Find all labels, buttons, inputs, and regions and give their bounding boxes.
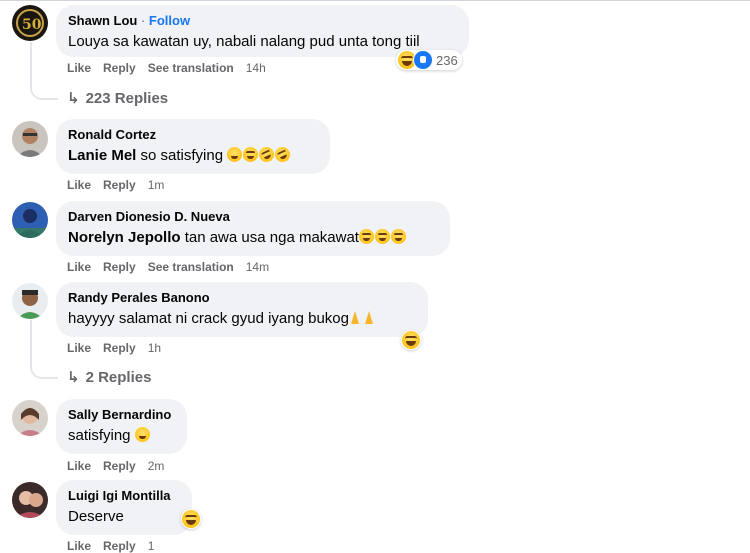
rofl-emoji-icon (272, 144, 293, 165)
author-name[interactable]: Shawn Lou (68, 13, 137, 28)
reaction-summary[interactable] (181, 509, 201, 529)
reaction-summary[interactable] (401, 330, 421, 350)
follow-link[interactable]: Follow (149, 13, 190, 28)
comment-time[interactable]: 1 (148, 539, 155, 553)
like-reaction-icon (413, 50, 433, 70)
author-name[interactable]: Randy Perales Banono (68, 290, 416, 306)
comment-actions: Like Reply 2m (67, 459, 176, 473)
reply-arrow-icon: ↳ (67, 369, 80, 386)
like-link[interactable]: Like (67, 539, 91, 553)
see-translation-link[interactable]: See translation (148, 260, 234, 274)
author-name[interactable]: Luigi Igi Montilla (68, 488, 180, 504)
reply-link[interactable]: Reply (103, 459, 136, 473)
author-name[interactable]: Ronald Cortez (68, 127, 318, 143)
comment-time[interactable]: 14m (246, 260, 269, 274)
svg-text:50: 50 (22, 17, 42, 33)
comment-text: so satisfying (136, 147, 228, 164)
comment-actions: Like Reply See translation 14m (67, 260, 281, 274)
reply-link[interactable]: Reply (103, 539, 136, 553)
smile-emoji-icon (227, 147, 243, 162)
comment-bubble: Luigi Igi Montilla Deserve (56, 480, 192, 535)
comment-bubble: Ronald Cortez Lanie Mel so satisfying (56, 119, 330, 174)
reply-arrow-icon: ↳ (67, 90, 80, 107)
comment-time[interactable]: 1h (148, 341, 161, 355)
reaction-summary[interactable]: 236 (396, 50, 462, 70)
joy-emoji-icon (390, 229, 406, 244)
comment-bubble: Sally Bernardino satisfying (56, 399, 187, 454)
avatar[interactable]: 50 (12, 5, 48, 41)
reply-link[interactable]: Reply (103, 61, 136, 75)
comment-text: Louya sa kawatan uy, nabali nalang pud u… (68, 33, 420, 50)
top-border (0, 0, 750, 1)
comment-text: Deserve (68, 508, 124, 525)
thread-line (30, 320, 58, 379)
comment-text: satisfying (68, 427, 135, 444)
comment-time[interactable]: 14h (246, 61, 266, 75)
mention-link[interactable]: Lanie Mel (68, 147, 136, 164)
author-name[interactable]: Sally Bernardino (68, 407, 175, 423)
mention-link[interactable]: Norelyn Jepollo (68, 229, 181, 246)
avatar[interactable] (12, 283, 48, 319)
smile-emoji-icon (134, 427, 150, 442)
comment-text: tan awa usa nga makawat (180, 229, 359, 246)
folded-hands-emoji-icon (363, 310, 375, 325)
like-link[interactable]: Like (67, 178, 91, 192)
grin-emoji-icon (243, 147, 259, 162)
like-link[interactable]: Like (67, 341, 91, 355)
reply-link[interactable]: Reply (103, 341, 136, 355)
comment-bubble: Darven Dionesio D. Nueva Norelyn Jepollo… (56, 201, 450, 256)
see-translation-link[interactable]: See translation (148, 61, 234, 75)
comment-bubble: Randy Perales Banono hayyyy salamat ni c… (56, 282, 428, 337)
joy-emoji-icon (374, 229, 390, 244)
author-name[interactable]: Darven Dionesio D. Nueva (68, 209, 438, 225)
avatar[interactable] (12, 202, 48, 238)
folded-hands-emoji-icon (349, 310, 361, 325)
reply-link[interactable]: Reply (103, 178, 136, 192)
thread-line (30, 42, 58, 100)
like-link[interactable]: Like (67, 61, 91, 75)
like-link[interactable]: Like (67, 260, 91, 274)
reaction-count: 236 (436, 52, 458, 68)
view-replies-link[interactable]: ↳ 223 Replies (67, 89, 168, 107)
grin-emoji-icon (358, 229, 374, 244)
comment-actions: Like Reply 1h (67, 341, 173, 355)
comment-time[interactable]: 2m (148, 459, 165, 473)
comment-actions: Like Reply 1m (67, 178, 176, 192)
comment-time[interactable]: 1m (148, 178, 165, 192)
reply-link[interactable]: Reply (103, 260, 136, 274)
comment-text: hayyyy salamat ni crack gyud iyang bukog (68, 310, 349, 327)
comment-actions: Like Reply 1 (67, 539, 166, 553)
haha-reaction-icon (402, 331, 420, 349)
haha-reaction-icon (182, 510, 200, 528)
view-replies-link[interactable]: ↳ 2 Replies (67, 368, 151, 386)
comment-actions: Like Reply See translation 14h (67, 61, 278, 75)
avatar[interactable] (12, 121, 48, 157)
like-link[interactable]: Like (67, 459, 91, 473)
avatar[interactable] (12, 482, 48, 518)
avatar[interactable] (12, 400, 48, 436)
